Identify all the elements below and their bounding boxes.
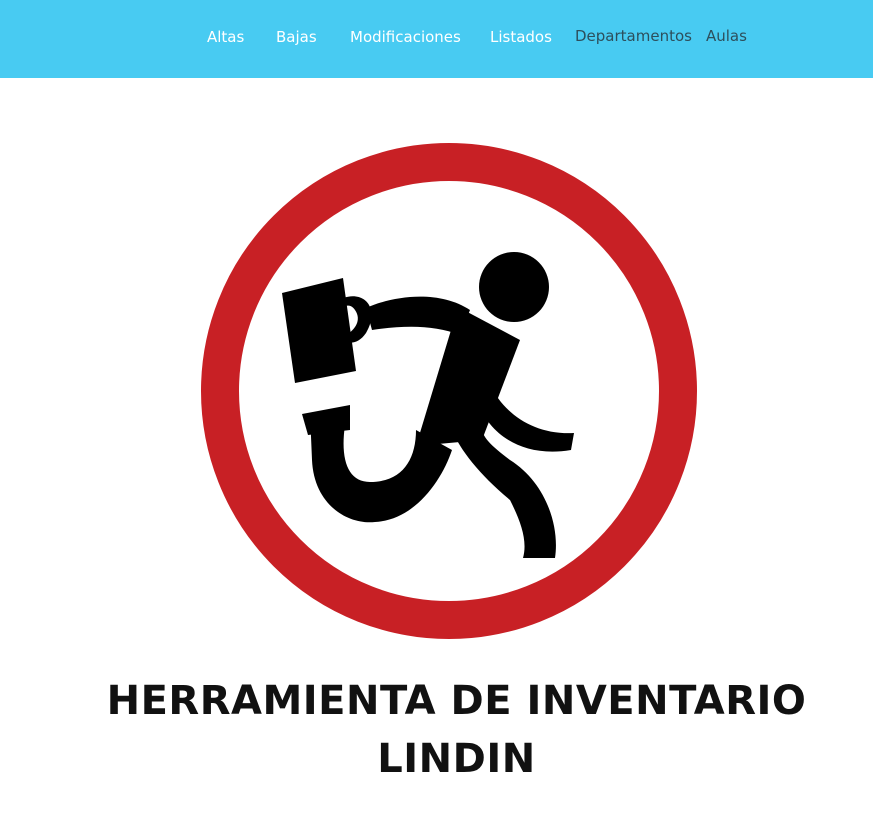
logo-text-line-1: HERRAMIENTA DE INVENTARIO <box>106 678 807 724</box>
nav-link-departamentos[interactable]: Departamentos <box>575 26 692 46</box>
nav-link-altas[interactable]: Altas <box>207 27 244 47</box>
nav-link-modificaciones[interactable]: Modificaciones <box>350 27 461 47</box>
nav-link-listados[interactable]: Listados <box>490 27 552 47</box>
running-man-prohibition-icon <box>190 130 710 650</box>
top-navigation-bar: Altas Bajas Modificaciones Listados Depa… <box>0 0 873 78</box>
logo-text-line-2: LINDIN <box>377 736 536 782</box>
logo-graphic <box>201 143 697 639</box>
nav-link-bajas[interactable]: Bajas <box>276 27 317 47</box>
nav-link-aulas[interactable]: Aulas <box>706 26 747 46</box>
running-man-figure <box>282 252 574 558</box>
